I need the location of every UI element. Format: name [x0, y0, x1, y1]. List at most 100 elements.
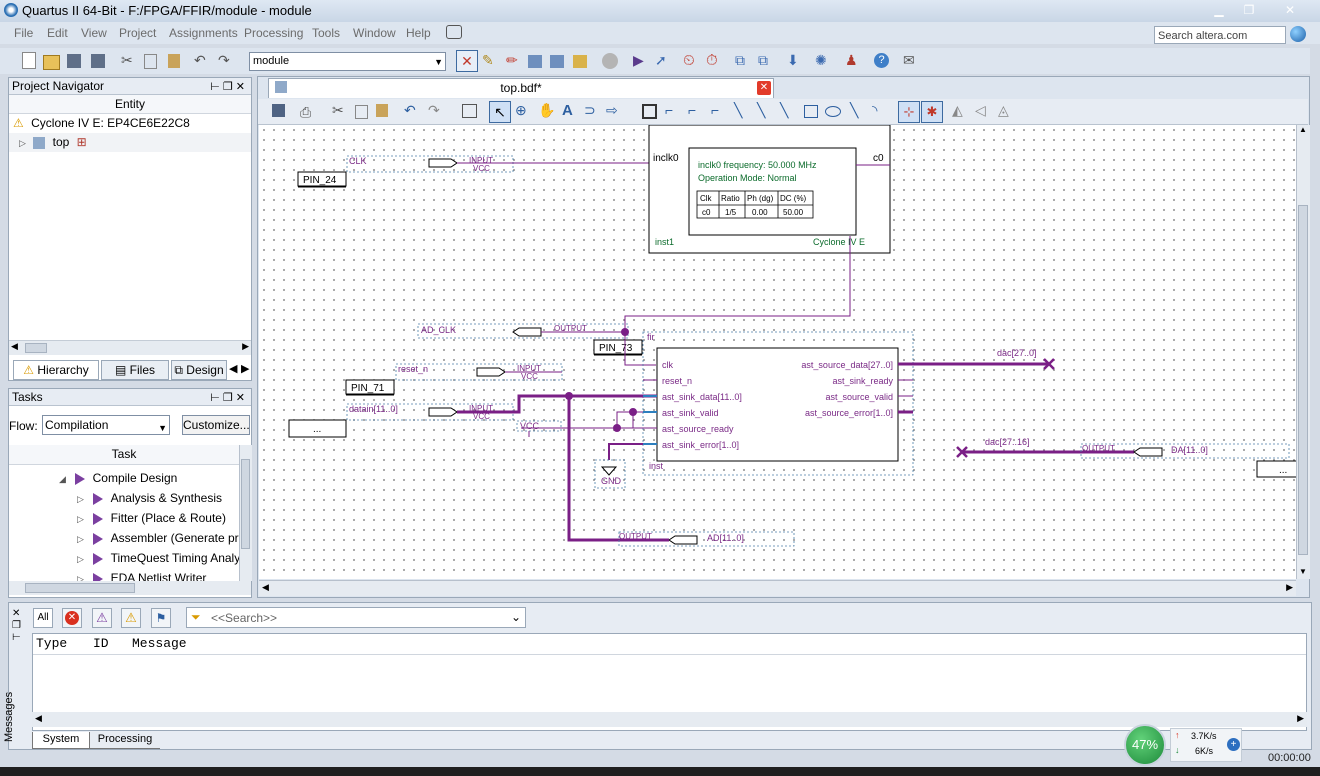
- orthogonal-node-icon[interactable]: ⌐: [665, 102, 683, 120]
- line-tool-icon[interactable]: ╲: [850, 102, 868, 120]
- cpu-percent-circle[interactable]: 47%: [1124, 724, 1166, 766]
- navigator-h-thumb[interactable]: [25, 343, 47, 353]
- save-icon[interactable]: [67, 54, 81, 68]
- filter-critical-warning-button[interactable]: ⚠: [92, 608, 112, 628]
- diagonal-node-icon[interactable]: ╲: [734, 102, 752, 120]
- scroll-right-icon[interactable]: ▶: [242, 341, 249, 352]
- canvas-h-scrollbar[interactable]: ◀ ▶: [259, 580, 1296, 596]
- pin-tool-icon[interactable]: ⇨: [606, 102, 624, 120]
- filter-all-button[interactable]: All: [33, 608, 53, 628]
- schematic-canvas[interactable]: PIN_24 CLK INPUT VCC inclk0 c0 inclk0 fr…: [259, 125, 1296, 579]
- minimize-button[interactable]: ▁: [1206, 2, 1232, 18]
- cut-icon[interactable]: ✂: [332, 102, 350, 120]
- menu-help[interactable]: Help: [406, 26, 431, 40]
- scroll-left-icon[interactable]: ◀: [262, 582, 269, 593]
- redo-icon[interactable]: ↷: [428, 102, 446, 120]
- canvas-v-thumb[interactable]: [1298, 205, 1308, 555]
- error-bus[interactable]: [608, 443, 657, 460]
- save-all-icon[interactable]: [91, 54, 105, 68]
- paste-icon[interactable]: [376, 104, 388, 117]
- filter-warning-button[interactable]: ⚠: [121, 608, 141, 628]
- task-item-compile-design[interactable]: ◢ Compile Design: [59, 469, 177, 488]
- paste-icon[interactable]: [168, 54, 180, 68]
- hand-tool-icon[interactable]: ✋: [538, 102, 556, 120]
- print-icon[interactable]: ⎙: [300, 104, 318, 122]
- new-file-icon[interactable]: [22, 52, 36, 69]
- search-input[interactable]: Search altera.com: [1154, 26, 1286, 44]
- pin-planner-icon[interactable]: ✎: [482, 52, 500, 70]
- programmer-icon[interactable]: ⬇: [787, 52, 805, 70]
- assignment-editor-icon[interactable]: [550, 55, 564, 68]
- help-icon[interactable]: ?: [874, 53, 889, 68]
- expand-arrow-icon[interactable]: ▷: [77, 494, 84, 504]
- expand-arrow-icon[interactable]: ▷: [77, 554, 84, 564]
- cut-icon[interactable]: ✂: [121, 52, 139, 70]
- megawizard-icon[interactable]: ♟: [845, 52, 863, 70]
- filter-suppressed-button[interactable]: ⚑: [151, 608, 171, 628]
- column-message[interactable]: Message: [132, 634, 187, 654]
- expand-arrow-icon[interactable]: ▷: [77, 514, 84, 524]
- scroll-left-icon[interactable]: ◀: [35, 713, 42, 724]
- netlist-icon[interactable]: [573, 55, 587, 68]
- help-chat-icon[interactable]: [446, 25, 462, 39]
- task-column-header[interactable]: Task: [9, 445, 239, 465]
- tech-map-icon[interactable]: ⧉: [758, 52, 776, 70]
- tasks-v-thumb[interactable]: [241, 459, 250, 549]
- menu-view[interactable]: View: [81, 26, 107, 40]
- top-entity-row[interactable]: ▷ top ⊞: [9, 133, 251, 152]
- open-folder-icon[interactable]: [43, 55, 60, 70]
- task-item-assembler[interactable]: ▷ Assembler (Generate prog: [77, 529, 242, 548]
- message-search-box[interactable]: ⏷ <<Search>> ⌄: [186, 607, 526, 628]
- partial-line-icon[interactable]: ⊹: [898, 101, 920, 123]
- globe-icon[interactable]: [1290, 26, 1306, 42]
- entity-column-header[interactable]: Entity: [9, 95, 251, 114]
- chip-planner-icon[interactable]: ✏: [506, 52, 524, 70]
- menu-processing[interactable]: Processing: [244, 26, 303, 40]
- messages-h-scrollbar[interactable]: ◀ ▶: [32, 712, 1307, 727]
- customize-button[interactable]: Customize...: [182, 415, 250, 435]
- tab-system[interactable]: System: [32, 732, 90, 749]
- tab-scroll-left[interactable]: ◀: [229, 362, 237, 375]
- flip-horizontal-icon[interactable]: ◭: [952, 102, 970, 120]
- task-item-eda-netlist[interactable]: ▷ EDA Netlist Writer: [77, 569, 242, 581]
- menu-assignments[interactable]: Assignments: [169, 26, 238, 40]
- messages-side-controls[interactable]: ✕ ❐ ⊢: [12, 608, 24, 644]
- rectangle-tool-icon[interactable]: [804, 105, 818, 118]
- ellipsis-box-right[interactable]: [1256, 460, 1296, 478]
- flip-vertical-icon[interactable]: ◁: [975, 102, 993, 120]
- stop-icon[interactable]: [602, 53, 618, 69]
- tab-hierarchy[interactable]: ⚠ Hierarchy: [13, 360, 99, 380]
- analysis-icon[interactable]: ➚: [655, 52, 673, 70]
- column-id[interactable]: ID: [93, 634, 109, 654]
- tasks-h-scrollbar[interactable]: [9, 581, 251, 595]
- flow-dropdown[interactable]: Compilation ▼: [42, 415, 170, 435]
- scroll-down-icon[interactable]: ▼: [1299, 567, 1307, 576]
- rectangle-block-icon[interactable]: [642, 104, 657, 119]
- zoom-tool-icon[interactable]: ⊕: [515, 102, 533, 120]
- symbol-tool-icon[interactable]: ⊃: [584, 102, 602, 120]
- tasks-panel-controls[interactable]: ⊢ ❐ ✕: [210, 390, 245, 407]
- net-monitor-widget[interactable]: 47% ↑ 3.7K/s ↓ 6K/s +: [1124, 724, 1242, 766]
- valid-wire[interactable]: [616, 411, 657, 428]
- save-icon[interactable]: [272, 104, 285, 117]
- menu-file[interactable]: File: [14, 26, 33, 40]
- chevron-down-icon[interactable]: ⌄: [511, 610, 521, 624]
- start-compilation-icon[interactable]: ▶: [633, 52, 651, 70]
- canvas-v-scrollbar[interactable]: ▲ ▼: [1296, 125, 1310, 579]
- tasks-h-thumb[interactable]: [25, 583, 135, 593]
- timequest-icon[interactable]: ⏲: [683, 52, 701, 70]
- rtl-viewer-icon[interactable]: ⧉: [735, 52, 753, 70]
- column-type[interactable]: Type: [36, 634, 67, 654]
- project-settings-icon[interactable]: ✕: [456, 50, 478, 72]
- scroll-right-icon[interactable]: ▶: [1286, 582, 1293, 593]
- tab-processing[interactable]: Processing: [90, 732, 160, 749]
- close-tab-icon[interactable]: ✕: [757, 81, 771, 95]
- device-row[interactable]: ⚠ Cyclone IV E: EP4CE6E22C8: [9, 114, 251, 133]
- expand-arrow-icon[interactable]: ▷: [77, 574, 84, 581]
- task-item-analysis-synthesis[interactable]: ▷ Analysis & Synthesis: [77, 489, 242, 508]
- tab-design[interactable]: ⧉ Design: [171, 360, 227, 380]
- menu-window[interactable]: Window: [353, 26, 396, 40]
- panel-controls[interactable]: ⊢ ❐ ✕: [210, 79, 245, 96]
- selection-tool-icon[interactable]: ↖: [489, 101, 511, 123]
- feedback-icon[interactable]: ✉: [903, 52, 921, 70]
